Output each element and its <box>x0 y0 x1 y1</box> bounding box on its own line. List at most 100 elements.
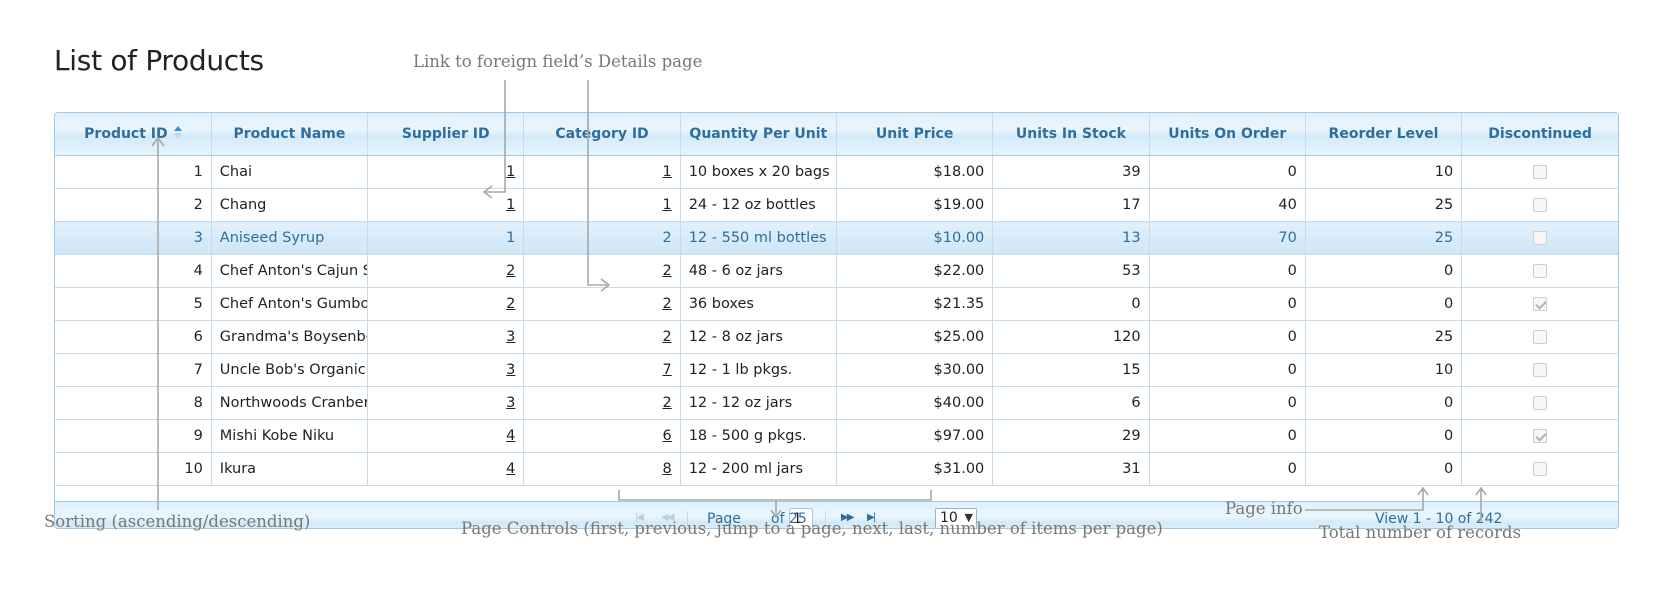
discontinued-checkbox[interactable] <box>1533 429 1548 443</box>
category-id-link[interactable]: 7 <box>662 362 671 378</box>
cell-supplier-id: 1 <box>367 188 525 222</box>
column-header-discontinued[interactable]: Discontinued <box>1461 113 1618 156</box>
cell-product-id: 10 <box>55 452 212 486</box>
supplier-id-link[interactable]: 2 <box>506 296 515 312</box>
cell-reorder-level: 10 <box>1305 353 1463 387</box>
discontinued-checkbox[interactable] <box>1533 165 1548 179</box>
cell-quantity-per-unit: 36 boxes <box>680 287 837 321</box>
category-id-link[interactable]: 2 <box>662 296 671 312</box>
discontinued-checkbox[interactable] <box>1533 297 1548 311</box>
cell-units-in-stock: 120 <box>992 320 1150 354</box>
column-header-supplier-id[interactable]: Supplier ID <box>367 113 525 156</box>
cell-product-id: 2 <box>55 188 212 222</box>
cell-product-name: Northwoods Cranber <box>211 386 369 420</box>
table-row[interactable]: 2 Chang 1 1 24 - 12 oz bottles $19.00 17 40 25 <box>55 188 1618 222</box>
discontinued-checkbox[interactable] <box>1533 462 1548 476</box>
discontinued-checkbox[interactable] <box>1533 396 1548 410</box>
cell-quantity-per-unit: 12 - 12 oz jars <box>680 386 837 420</box>
category-id-link[interactable]: 6 <box>662 428 671 444</box>
column-header-category-id[interactable]: Category ID <box>523 113 681 156</box>
supplier-id-link[interactable]: 4 <box>506 461 515 477</box>
cell-discontinued <box>1461 287 1618 321</box>
table-row[interactable]: 7 Uncle Bob's Organic 3 7 12 - 1 lb pkgs. $30… <box>55 353 1618 387</box>
page-title: List of Products <box>54 44 264 77</box>
category-id-link[interactable]: 1 <box>662 164 671 180</box>
table-row[interactable]: 4 Chef Anton's Cajun S 2 2 48 - 6 oz jars $22… <box>55 254 1618 288</box>
cell-product-name: Chef Anton's Gumbo <box>211 287 369 321</box>
cell-unit-price: $10.00 <box>836 221 994 255</box>
table-row[interactable]: 10 Ikura 4 8 12 - 200 ml jars $31.00 31 0 0 <box>55 452 1618 486</box>
table-row[interactable]: 6 Grandma's Boysenbe 3 2 12 - 8 oz jars $25.0… <box>55 320 1618 354</box>
cell-discontinued <box>1461 386 1618 420</box>
column-header-reorder-level[interactable]: Reorder Level <box>1305 113 1463 156</box>
supplier-id-link[interactable]: 3 <box>506 395 515 411</box>
discontinued-checkbox[interactable] <box>1533 330 1548 344</box>
category-id-link[interactable]: 2 <box>662 395 671 411</box>
supplier-id-link[interactable]: 2 <box>506 263 515 279</box>
table-row[interactable]: 8 Northwoods Cranber 3 2 12 - 12 oz jars $40.… <box>55 386 1618 420</box>
cell-supplier-id: 2 <box>367 254 525 288</box>
cell-units-on-order: 0 <box>1149 254 1306 288</box>
cell-units-on-order: 0 <box>1149 320 1306 354</box>
category-id-link[interactable]: 8 <box>662 461 671 477</box>
cell-reorder-level: 0 <box>1305 386 1463 420</box>
supplier-id-link[interactable]: 1 <box>506 230 515 246</box>
cell-quantity-per-unit: 12 - 550 ml bottles <box>680 221 837 255</box>
column-header-product-name[interactable]: Product Name <box>211 113 369 156</box>
cell-product-id: 7 <box>55 353 212 387</box>
table-row[interactable]: 1 Chai 1 1 10 boxes x 20 bags $18.00 39 0 10 <box>55 155 1618 189</box>
cell-supplier-id: 4 <box>367 452 525 486</box>
cell-product-id: 5 <box>55 287 212 321</box>
cell-units-on-order: 70 <box>1149 221 1306 255</box>
cell-supplier-id: 2 <box>367 287 525 321</box>
cell-unit-price: $22.00 <box>836 254 994 288</box>
table-row[interactable]: 3 Aniseed Syrup 1 2 12 - 550 ml bottles $10.0… <box>55 221 1618 255</box>
cell-units-in-stock: 15 <box>992 353 1150 387</box>
cell-quantity-per-unit: 12 - 200 ml jars <box>680 452 837 486</box>
table-row[interactable]: 5 Chef Anton's Gumbo 2 2 36 boxes $21.35 0 0 0 <box>55 287 1618 321</box>
column-header-quantity-per-unit[interactable]: Quantity Per Unit <box>680 113 837 156</box>
cell-reorder-level: 0 <box>1305 287 1463 321</box>
supplier-id-link[interactable]: 3 <box>506 329 515 345</box>
cell-unit-price: $18.00 <box>836 155 994 189</box>
supplier-id-link[interactable]: 4 <box>506 428 515 444</box>
supplier-id-link[interactable]: 1 <box>506 197 515 213</box>
cell-category-id: 2 <box>523 287 681 321</box>
cell-discontinued <box>1461 254 1618 288</box>
products-grid: Product ID Product Name Supplier ID Cate… <box>54 112 1619 529</box>
category-id-link[interactable]: 2 <box>662 329 671 345</box>
cell-units-in-stock: 29 <box>992 419 1150 453</box>
cell-supplier-id: 1 <box>367 221 525 255</box>
cell-reorder-level: 0 <box>1305 419 1463 453</box>
cell-product-id: 1 <box>55 155 212 189</box>
cell-units-in-stock: 39 <box>992 155 1150 189</box>
column-header-units-on-order[interactable]: Units On Order <box>1149 113 1306 156</box>
cell-unit-price: $19.00 <box>836 188 994 222</box>
cell-quantity-per-unit: 24 - 12 oz bottles <box>680 188 837 222</box>
cell-unit-price: $21.35 <box>836 287 994 321</box>
category-id-link[interactable]: 2 <box>662 230 671 246</box>
category-id-link[interactable]: 1 <box>662 197 671 213</box>
cell-quantity-per-unit: 12 - 8 oz jars <box>680 320 837 354</box>
cell-quantity-per-unit: 18 - 500 g pkgs. <box>680 419 837 453</box>
products-table: Product ID Product Name Supplier ID Cate… <box>55 113 1618 486</box>
cell-category-id: 2 <box>523 254 681 288</box>
cell-units-in-stock: 17 <box>992 188 1150 222</box>
category-id-link[interactable]: 2 <box>662 263 671 279</box>
column-header-units-in-stock[interactable]: Units In Stock <box>992 113 1150 156</box>
cell-unit-price: $31.00 <box>836 452 994 486</box>
discontinued-checkbox[interactable] <box>1533 264 1548 278</box>
supplier-id-link[interactable]: 1 <box>506 164 515 180</box>
supplier-id-link[interactable]: 3 <box>506 362 515 378</box>
sort-ascending-icon[interactable] <box>173 126 182 138</box>
table-row[interactable]: 9 Mishi Kobe Niku 4 6 18 - 500 g pkgs. $97.00… <box>55 419 1618 453</box>
cell-supplier-id: 3 <box>367 320 525 354</box>
cell-product-id: 4 <box>55 254 212 288</box>
cell-category-id: 2 <box>523 221 681 255</box>
discontinued-checkbox[interactable] <box>1533 198 1548 212</box>
column-header-product-id[interactable]: Product ID <box>55 113 212 156</box>
discontinued-checkbox[interactable] <box>1533 363 1548 377</box>
column-header-unit-price[interactable]: Unit Price <box>836 113 994 156</box>
cell-unit-price: $40.00 <box>836 386 994 420</box>
discontinued-checkbox[interactable] <box>1533 231 1548 245</box>
